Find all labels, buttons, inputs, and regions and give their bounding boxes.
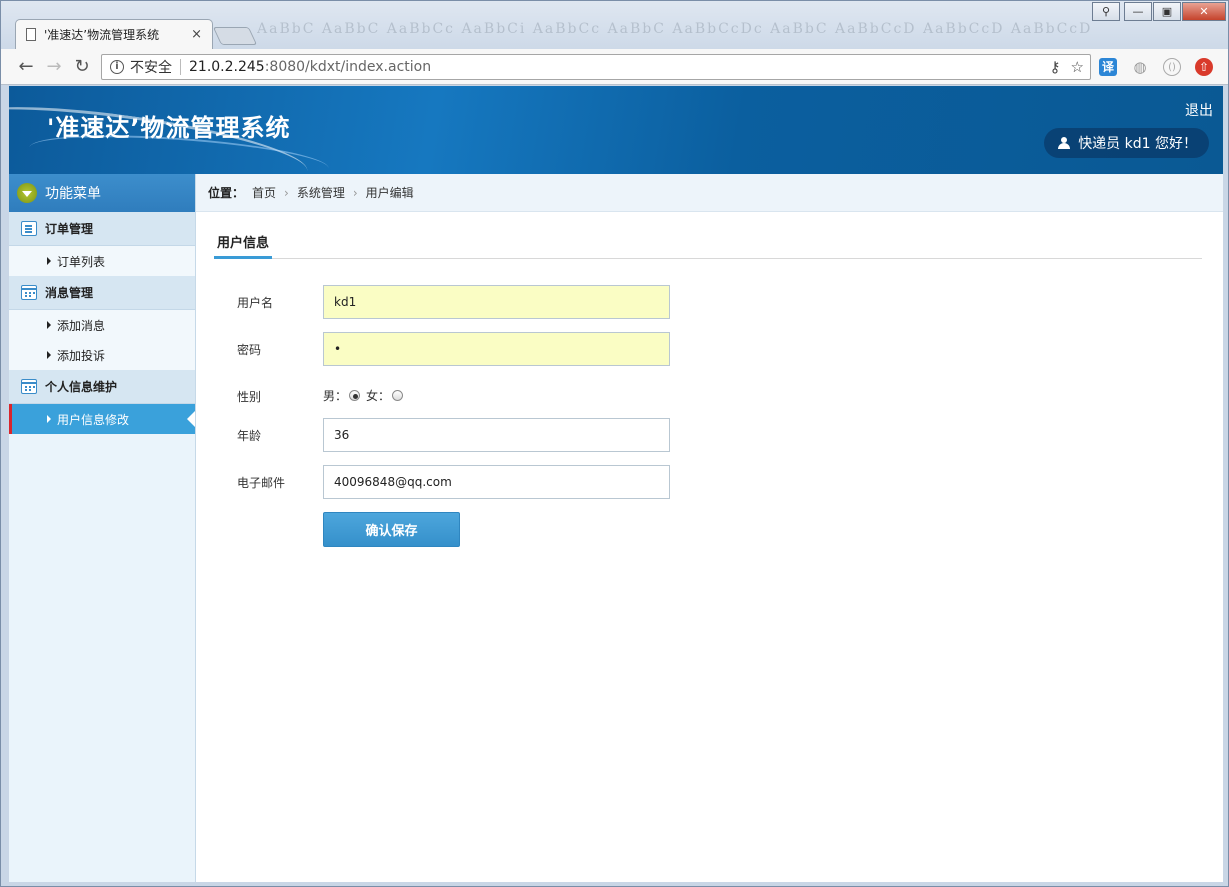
item-label: 添加消息 xyxy=(57,318,106,333)
gender-male-radio[interactable] xyxy=(349,390,361,401)
browser-window: '准速达’物流管理系统 × AaBbC AaBbC AaBbCc AaBbCi … xyxy=(0,0,1229,887)
url-path: :8080/kdxt/index.action xyxy=(264,59,432,75)
caret-right-icon xyxy=(47,257,51,265)
back-arrow-icon[interactable]: ← xyxy=(15,57,37,77)
browser-toolbar: ← → ↻ i 不安全 21.0.2.245 :8080/kdxt/index.… xyxy=(1,49,1228,85)
sidebar: 功能菜单 订单管理 订单列表 消息管理 添加消息 添加投诉 个人信息维护 用户信… xyxy=(9,174,196,882)
email-field[interactable]: 40096848@qq.com xyxy=(323,465,670,499)
item-label: 订单列表 xyxy=(57,254,106,269)
divider xyxy=(180,59,181,75)
key-icon[interactable]: ⚷ xyxy=(1050,58,1061,76)
bookmark-star-icon[interactable]: ☆ xyxy=(1071,58,1084,76)
age-field[interactable]: 36 xyxy=(323,418,670,452)
window-buttons: — ▣ ✕ xyxy=(1124,2,1226,21)
email-label: 电子邮件 xyxy=(237,476,286,490)
omnibox-actions: ⚷ ☆ xyxy=(1050,58,1084,76)
sidebar-group-orders[interactable]: 订单管理 xyxy=(9,212,195,246)
site-header: '准速达’物流管理系统 退出 快递员 kd1 您好！ xyxy=(9,86,1223,174)
sidebar-item-add-message[interactable]: 添加消息 xyxy=(9,310,195,340)
tab-title: '准速达’物流管理系统 xyxy=(44,28,160,42)
gender-label: 性别 xyxy=(237,390,262,404)
menu-title: 功能菜单 xyxy=(45,186,101,202)
site-title: '准速达’物流管理系统 xyxy=(47,114,291,142)
password-label: 密码 xyxy=(237,343,262,357)
item-label: 用户信息修改 xyxy=(57,412,130,427)
sidebar-group-messages[interactable]: 消息管理 xyxy=(9,276,195,310)
translate-icon[interactable]: 译 xyxy=(1099,58,1117,76)
breadcrumb-system[interactable]: 系统管理 xyxy=(297,184,345,201)
chevron-right-icon: › xyxy=(284,185,289,200)
info-icon[interactable]: i xyxy=(110,60,124,74)
chevron-down-icon xyxy=(17,183,37,203)
chevron-right-icon: › xyxy=(352,185,358,200)
password-field[interactable]: • xyxy=(323,332,670,366)
breadcrumb: 位置： 首页 › 系统管理 › 用户编辑 xyxy=(196,174,1223,212)
user-icon[interactable]: ⚲ xyxy=(1092,2,1120,21)
breadcrumb-home[interactable]: 首页 xyxy=(252,184,276,201)
url-host: 21.0.2.245 xyxy=(189,59,265,75)
tab-strip: '准速达’物流管理系统 × AaBbC AaBbC AaBbCc AaBbCi … xyxy=(1,1,1228,49)
minimize-icon[interactable]: — xyxy=(1124,2,1152,21)
new-tab-button[interactable] xyxy=(212,27,258,45)
address-bar[interactable]: i 不安全 21.0.2.245 :8080/kdxt/index.action… xyxy=(101,54,1091,80)
close-window-icon[interactable]: ✕ xyxy=(1182,2,1226,21)
calendar-icon xyxy=(21,285,37,300)
extension-icon[interactable]: () xyxy=(1163,58,1181,76)
security-status: 不安全 xyxy=(130,60,172,76)
forward-arrow-icon[interactable]: → xyxy=(43,57,65,77)
page-icon xyxy=(26,28,36,41)
user-icon xyxy=(1058,137,1071,149)
globe-icon[interactable]: ◍ xyxy=(1131,58,1149,76)
browser-tab[interactable]: '准速达’物流管理系统 × xyxy=(15,19,213,49)
close-tab-icon[interactable]: × xyxy=(191,27,202,42)
group-label: 订单管理 xyxy=(45,222,94,236)
gender-male-label: 男： xyxy=(323,389,348,403)
logout-link[interactable]: 退出 xyxy=(1185,100,1213,120)
caret-right-icon xyxy=(47,415,51,423)
group-label: 个人信息维护 xyxy=(45,380,118,394)
menu-header[interactable]: 功能菜单 xyxy=(9,174,195,212)
greeting-text: 快递员 kd1 您好！ xyxy=(1078,136,1197,152)
maximize-icon[interactable]: ▣ xyxy=(1153,2,1181,21)
web-page: '准速达’物流管理系统 退出 快递员 kd1 您好！ 功能菜单 订单管理 订单列… xyxy=(9,86,1223,882)
username-label: 用户名 xyxy=(237,296,274,310)
caret-right-icon xyxy=(47,351,51,359)
background-window-styles: AaBbC AaBbC AaBbCc AaBbCi AaBbCc AaBbC A… xyxy=(257,21,1093,37)
age-label: 年龄 xyxy=(237,429,262,443)
group-label: 消息管理 xyxy=(45,286,94,300)
gender-radio-group: 男： 女： xyxy=(323,387,407,404)
gender-female-radio[interactable] xyxy=(392,390,404,401)
caret-right-icon xyxy=(47,321,51,329)
breadcrumb-current: 用户编辑 xyxy=(365,186,414,200)
window-controls: ⚲ xyxy=(1092,2,1120,21)
gender-female-label: 女： xyxy=(366,389,391,403)
upload-icon[interactable]: ⇧ xyxy=(1195,58,1213,76)
sidebar-group-profile[interactable]: 个人信息维护 xyxy=(9,370,195,404)
item-label: 添加投诉 xyxy=(57,348,106,363)
content-tabs: 用户信息 xyxy=(214,226,1202,259)
reload-icon[interactable]: ↻ xyxy=(71,57,93,77)
username-field[interactable]: kd1 xyxy=(323,285,670,319)
user-greeting: 快递员 kd1 您好！ xyxy=(1044,128,1209,158)
main-content: 位置： 首页 › 系统管理 › 用户编辑 用户信息 用户名 kd1 密码 • 性… xyxy=(196,174,1223,882)
breadcrumb-label: 位置： xyxy=(208,186,245,200)
calendar-icon xyxy=(21,379,37,394)
list-icon xyxy=(21,221,37,236)
save-button[interactable]: 确认保存 xyxy=(323,512,460,547)
sidebar-item-add-complaint[interactable]: 添加投诉 xyxy=(9,340,195,370)
sidebar-item-order-list[interactable]: 订单列表 xyxy=(9,246,195,276)
sidebar-item-edit-user[interactable]: 用户信息修改 xyxy=(9,404,195,434)
tab-user-info[interactable]: 用户信息 xyxy=(214,226,273,259)
